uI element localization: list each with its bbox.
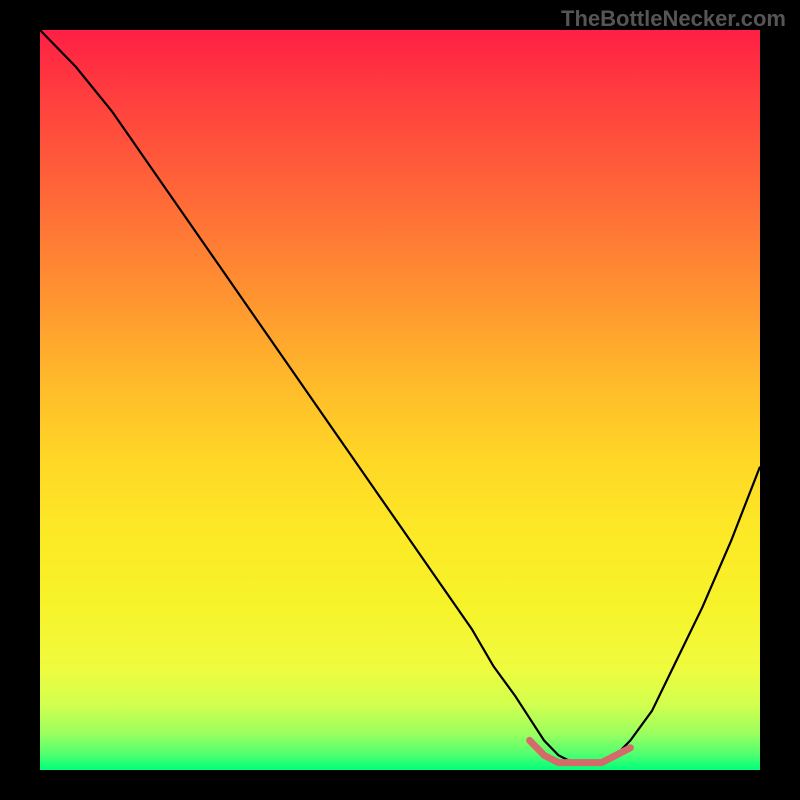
curve-svg — [40, 30, 760, 770]
plot-area — [40, 30, 760, 770]
minimum-highlight — [530, 740, 631, 762]
bottleneck-curve — [40, 30, 760, 763]
watermark-text: TheBottleNecker.com — [561, 6, 786, 32]
